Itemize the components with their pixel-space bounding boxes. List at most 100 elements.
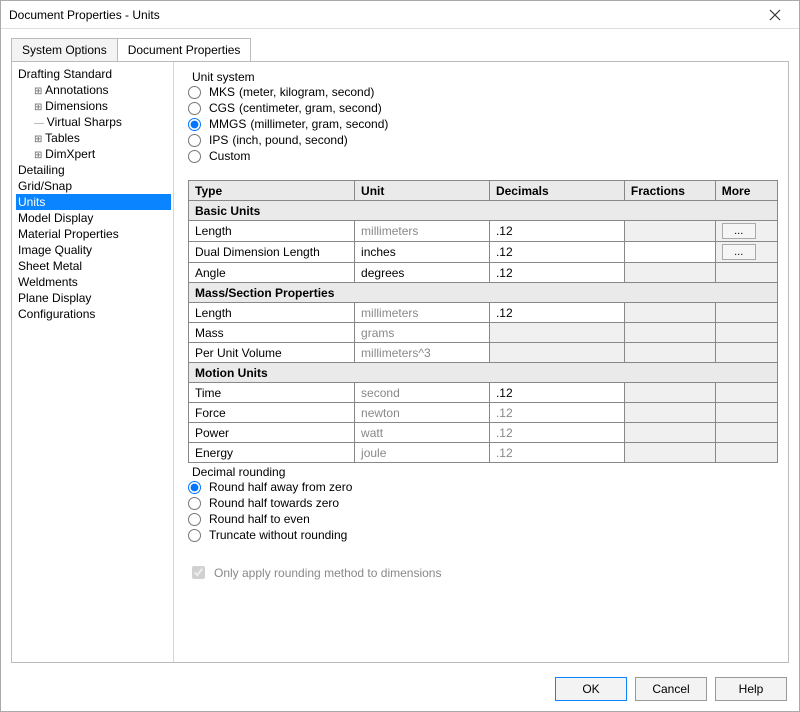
radio-round-away-row[interactable]: Round half away from zero xyxy=(188,479,778,495)
radio-custom[interactable] xyxy=(188,150,201,163)
cell-time-more xyxy=(715,383,777,403)
radio-round-towards-row[interactable]: Round half towards zero xyxy=(188,495,778,511)
cell-angle-dec[interactable]: .12 xyxy=(489,263,624,283)
cell-length2-more xyxy=(715,303,777,323)
radio-truncate-row[interactable]: Truncate without rounding xyxy=(188,527,778,543)
radio-cgs-code: CGS xyxy=(209,101,235,115)
radio-custom-row[interactable]: Custom xyxy=(188,148,778,164)
radio-ips-code: IPS xyxy=(209,133,228,147)
cell-mass-dec xyxy=(489,323,624,343)
cell-length-more[interactable]: ... xyxy=(715,221,777,242)
row-dual-dimension: Dual Dimension Length inches .12 ... xyxy=(189,242,778,263)
radio-round-away[interactable] xyxy=(188,481,201,494)
radio-mks-row[interactable]: MKS (meter, kilogram, second) xyxy=(188,84,778,100)
cell-length2-frac xyxy=(624,303,715,323)
radio-round-towards[interactable] xyxy=(188,497,201,510)
cell-mass-unit[interactable]: grams xyxy=(355,323,490,343)
cell-time-frac xyxy=(624,383,715,403)
radio-mks[interactable] xyxy=(188,86,201,99)
tree-material-properties[interactable]: Material Properties xyxy=(16,226,171,242)
tree-detailing[interactable]: Detailing xyxy=(16,162,171,178)
cell-power-frac xyxy=(624,423,715,443)
cell-energy-type: Energy xyxy=(189,443,355,463)
more-button-dualdim[interactable]: ... xyxy=(722,244,756,260)
th-type: Type xyxy=(189,181,355,201)
radio-cgs[interactable] xyxy=(188,102,201,115)
tree-tables[interactable]: Tables xyxy=(16,130,171,146)
tree-units[interactable]: Units xyxy=(16,194,171,210)
cell-time-type: Time xyxy=(189,383,355,403)
th-fractions: Fractions xyxy=(624,181,715,201)
radio-custom-code: Custom xyxy=(209,149,250,163)
cell-mass-more xyxy=(715,323,777,343)
cell-energy-dec[interactable]: .12 xyxy=(489,443,624,463)
cell-angle-frac xyxy=(624,263,715,283)
tree-virtual-sharps[interactable]: Virtual Sharps xyxy=(16,114,171,130)
cell-time-unit[interactable]: second xyxy=(355,383,490,403)
tree-drafting-standard[interactable]: Drafting Standard xyxy=(16,66,171,82)
close-icon[interactable] xyxy=(757,4,793,26)
tree-sheet-metal[interactable]: Sheet Metal xyxy=(16,258,171,274)
cell-length2-unit[interactable]: millimeters xyxy=(355,303,490,323)
tab-strip: System Options Document Properties xyxy=(11,37,799,61)
cell-power-dec[interactable]: .12 xyxy=(489,423,624,443)
radio-mmgs-row[interactable]: MMGS (millimeter, gram, second) xyxy=(188,116,778,132)
radio-round-away-label: Round half away from zero xyxy=(209,480,352,494)
tree-dimensions[interactable]: Dimensions xyxy=(16,98,171,114)
cell-pervol-dec xyxy=(489,343,624,363)
cell-length2-dec[interactable]: .12 xyxy=(489,303,624,323)
tree-image-quality[interactable]: Image Quality xyxy=(16,242,171,258)
radio-mmgs[interactable] xyxy=(188,118,201,131)
radio-ips-desc: (inch, pound, second) xyxy=(232,133,347,147)
cell-force-dec[interactable]: .12 xyxy=(489,403,624,423)
cell-power-type: Power xyxy=(189,423,355,443)
radio-mks-code: MKS xyxy=(209,85,235,99)
unit-system-group: Unit system MKS (meter, kilogram, second… xyxy=(188,70,778,164)
radio-round-towards-label: Round half towards zero xyxy=(209,496,339,510)
cell-angle-unit[interactable]: degrees xyxy=(355,263,490,283)
cell-pervol-more xyxy=(715,343,777,363)
tree-model-display[interactable]: Model Display xyxy=(16,210,171,226)
radio-mmgs-desc: (millimeter, gram, second) xyxy=(250,117,388,131)
radio-cgs-row[interactable]: CGS (centimeter, gram, second) xyxy=(188,100,778,116)
rounding-legend: Decimal rounding xyxy=(188,465,289,479)
tab-document-properties[interactable]: Document Properties xyxy=(117,38,252,61)
tree-dimxpert[interactable]: DimXpert xyxy=(16,146,171,162)
section-motion-units: Motion Units xyxy=(189,363,778,383)
tab-system-options[interactable]: System Options xyxy=(11,38,118,61)
cell-dualdim-unit[interactable]: inches xyxy=(355,242,490,263)
cell-dualdim-frac[interactable] xyxy=(624,242,715,263)
tree-annotations[interactable]: Annotations xyxy=(16,82,171,98)
tree-plane-display[interactable]: Plane Display xyxy=(16,290,171,306)
cell-length2-type: Length xyxy=(189,303,355,323)
cell-mass-frac xyxy=(624,323,715,343)
cell-length-unit[interactable]: millimeters xyxy=(355,221,490,242)
cell-force-type: Force xyxy=(189,403,355,423)
cell-dualdim-more[interactable]: ... xyxy=(715,242,777,263)
ok-button[interactable]: OK xyxy=(555,677,627,701)
radio-round-even-label: Round half to even xyxy=(209,512,310,526)
radio-ips[interactable] xyxy=(188,134,201,147)
radio-round-even-row[interactable]: Round half to even xyxy=(188,511,778,527)
help-button[interactable]: Help xyxy=(715,677,787,701)
row-energy: Energy joule .12 xyxy=(189,443,778,463)
radio-ips-row[interactable]: IPS (inch, pound, second) xyxy=(188,132,778,148)
more-button-length[interactable]: ... xyxy=(722,223,756,239)
cell-force-more xyxy=(715,403,777,423)
tree-configurations[interactable]: Configurations xyxy=(16,306,171,322)
right-pane: Unit system MKS (meter, kilogram, second… xyxy=(174,62,788,662)
radio-truncate[interactable] xyxy=(188,529,201,542)
radio-round-even[interactable] xyxy=(188,513,201,526)
cell-dualdim-dec[interactable]: .12 xyxy=(489,242,624,263)
cell-pervol-unit[interactable]: millimeters^3 xyxy=(355,343,490,363)
cell-force-unit[interactable]: newton xyxy=(355,403,490,423)
cell-power-unit[interactable]: watt xyxy=(355,423,490,443)
tree-gridsnap[interactable]: Grid/Snap xyxy=(16,178,171,194)
table-header-row: Type Unit Decimals Fractions More xyxy=(189,181,778,201)
cell-time-dec[interactable]: .12 xyxy=(489,383,624,403)
cell-length-dec[interactable]: .12 xyxy=(489,221,624,242)
tree-weldments[interactable]: Weldments xyxy=(16,274,171,290)
row-length: Length millimeters .12 ... xyxy=(189,221,778,242)
cell-energy-unit[interactable]: joule xyxy=(355,443,490,463)
cancel-button[interactable]: Cancel xyxy=(635,677,707,701)
